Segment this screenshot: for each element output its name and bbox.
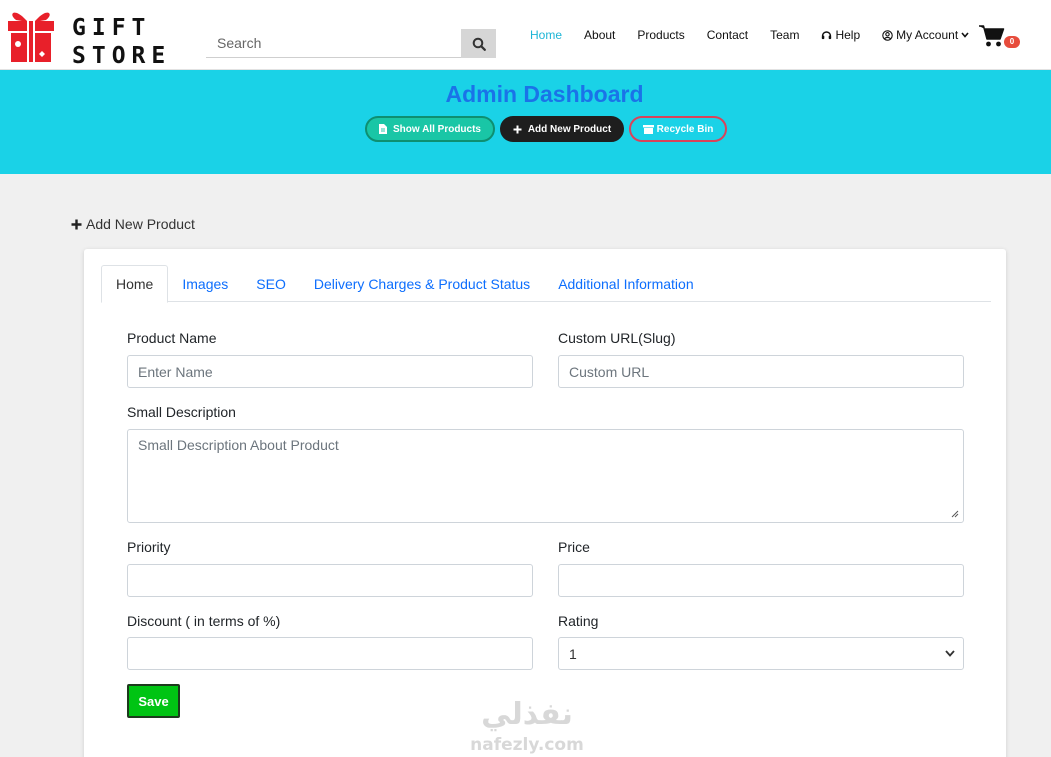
- nav-my-account[interactable]: My Account: [882, 28, 972, 42]
- headset-icon: [821, 30, 832, 41]
- file-icon: [379, 124, 388, 134]
- small-description-textarea[interactable]: [127, 429, 964, 523]
- chevron-down-icon: [961, 32, 969, 38]
- watermark-arabic: نفذلي: [481, 697, 573, 732]
- nav-contact[interactable]: Contact: [707, 28, 748, 42]
- page-title: Admin Dashboard: [445, 81, 644, 107]
- user-circle-icon: [882, 29, 893, 41]
- watermark-latin: nafezly.com: [470, 735, 584, 755]
- store-logo[interactable]: GIFT STORE: [6, 8, 165, 69]
- search-button[interactable]: [461, 29, 496, 58]
- nav-about[interactable]: About: [584, 28, 615, 42]
- discount-input[interactable]: [127, 637, 533, 670]
- tab-seo[interactable]: SEO: [242, 265, 300, 302]
- tab-images[interactable]: Images: [168, 265, 242, 302]
- banner-actions: Show All Products Add New Product Recycl…: [365, 116, 732, 143]
- show-all-products-button[interactable]: Show All Products: [365, 116, 495, 142]
- search-icon: [472, 37, 486, 51]
- rating-select[interactable]: 1: [558, 637, 964, 670]
- top-navbar: GIFT STORE Home About Products Contact T…: [0, 0, 1051, 70]
- form-tabs: Home Images SEO Delivery Charges & Produ…: [101, 265, 991, 303]
- trash-icon: [642, 124, 654, 134]
- plus-icon: [71, 219, 82, 230]
- recycle-bin-label: Recycle Bin: [656, 123, 714, 135]
- logo-line-store: STORE: [72, 43, 172, 69]
- search-bar: [206, 29, 496, 58]
- slug-input[interactable]: [558, 355, 964, 388]
- product-name-label: Product Name: [127, 330, 217, 346]
- plus-icon: [513, 125, 522, 134]
- price-input[interactable]: [558, 564, 964, 597]
- tab-home[interactable]: Home: [101, 265, 169, 303]
- section-heading-text: Add New Product: [86, 216, 195, 232]
- nav-home[interactable]: Home: [530, 28, 562, 42]
- nav-my-account-label: My Account: [896, 28, 959, 42]
- shopping-cart-icon: [979, 25, 1005, 47]
- search-input[interactable]: [206, 29, 461, 58]
- add-new-product-label: Add New Product: [527, 123, 612, 135]
- cart-count-badge: 0: [1004, 36, 1020, 48]
- resize-grip-icon[interactable]: [951, 510, 959, 518]
- nav-help-label: Help: [835, 28, 861, 42]
- nav-team[interactable]: Team: [770, 28, 799, 42]
- nav-help[interactable]: Help: [821, 28, 860, 42]
- tab-delivery-charges[interactable]: Delivery Charges & Product Status: [300, 265, 544, 302]
- rating-selected-value: 1: [569, 645, 577, 662]
- discount-label: Discount ( in terms of %): [127, 613, 281, 629]
- small-description-label: Small Description: [127, 404, 236, 420]
- show-all-products-label: Show All Products: [393, 123, 481, 135]
- rating-label: Rating: [558, 613, 599, 629]
- cart-button[interactable]: 0: [979, 24, 1021, 52]
- logo-line-gift: GIFT: [72, 15, 152, 41]
- priority-label: Priority: [127, 539, 171, 555]
- chevron-down-icon: [945, 650, 955, 657]
- save-button[interactable]: Save: [127, 684, 180, 718]
- tab-additional-information[interactable]: Additional Information: [544, 265, 707, 302]
- slug-label: Custom URL(Slug): [558, 330, 676, 346]
- nav-products[interactable]: Products: [637, 28, 684, 42]
- add-new-product-button[interactable]: Add New Product: [500, 116, 624, 142]
- nafezly-watermark: نفذلي nafezly.com: [470, 697, 584, 755]
- product-name-input[interactable]: [127, 355, 533, 388]
- admin-banner: Admin Dashboard Show All Products Add Ne…: [0, 70, 1051, 174]
- gift-box-icon: [8, 12, 54, 62]
- nav-links: Home About Products Contact Team Help My…: [530, 27, 994, 43]
- product-form-card: Home Images SEO Delivery Charges & Produ…: [84, 249, 1006, 757]
- recycle-bin-button[interactable]: Recycle Bin: [629, 116, 727, 142]
- price-label: Price: [558, 539, 590, 555]
- section-heading: Add New Product: [71, 216, 195, 232]
- priority-input[interactable]: [127, 564, 533, 597]
